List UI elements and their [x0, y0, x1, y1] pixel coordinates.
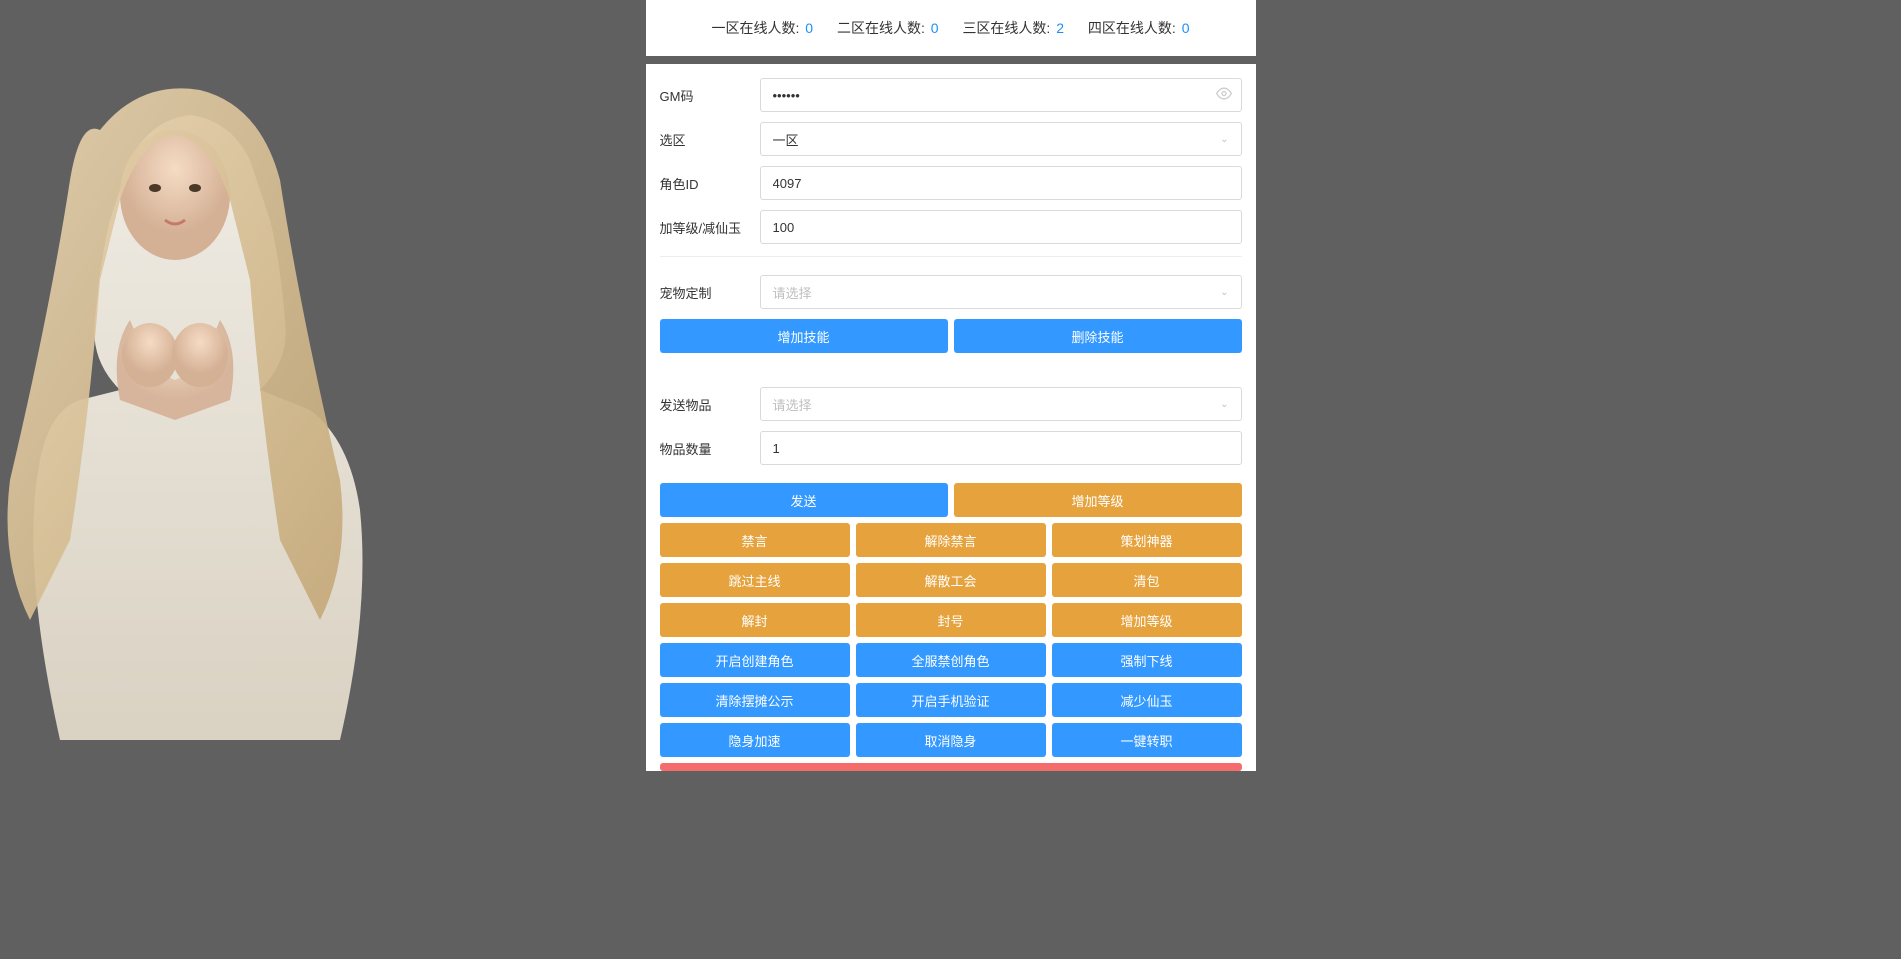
zone-1-count: 一区在线人数: 0: [712, 18, 814, 38]
cancel-stealth-button[interactable]: 取消隐身: [856, 723, 1046, 757]
online-count-header: 一区在线人数: 0 二区在线人数: 0 三区在线人数: 2 四区在线人数: 0: [646, 0, 1256, 64]
reduce-jade-button[interactable]: 减少仙玉: [1052, 683, 1242, 717]
add-level-button[interactable]: 增加等级: [954, 483, 1242, 517]
item-qty-input[interactable]: [760, 431, 1242, 465]
role-id-label: 角色ID: [660, 174, 760, 193]
disable-create-button[interactable]: 全服禁创角色: [856, 643, 1046, 677]
zone-select-label: 选区: [660, 130, 760, 149]
unban-button[interactable]: 解封: [660, 603, 850, 637]
delete-skill-button[interactable]: 删除技能: [954, 319, 1242, 353]
stealth-speed-button[interactable]: 隐身加速: [660, 723, 850, 757]
ban-button[interactable]: 封号: [856, 603, 1046, 637]
admin-panel: 一区在线人数: 0 二区在线人数: 0 三区在线人数: 2 四区在线人数: 0 …: [646, 0, 1256, 771]
level-input[interactable]: [760, 210, 1242, 244]
planner-artifact-button[interactable]: 策划神器: [1052, 523, 1242, 557]
zone-4-count: 四区在线人数: 0: [1088, 18, 1190, 38]
send-button[interactable]: 发送: [660, 483, 948, 517]
pet-custom-select[interactable]: 请选择 ⌄: [760, 275, 1242, 309]
eye-icon[interactable]: [1216, 86, 1232, 105]
clear-stall-button[interactable]: 清除摆摊公示: [660, 683, 850, 717]
zone-2-count: 二区在线人数: 0: [837, 18, 939, 38]
mute-button[interactable]: 禁言: [660, 523, 850, 557]
partial-red-button[interactable]: [660, 763, 1242, 771]
gm-code-input[interactable]: [760, 78, 1242, 112]
pet-custom-label: 宠物定制: [660, 283, 760, 302]
item-qty-label: 物品数量: [660, 439, 760, 458]
chevron-down-icon: ⌄: [1220, 134, 1228, 145]
gm-code-label: GM码: [660, 86, 760, 105]
clear-bag-button[interactable]: 清包: [1052, 563, 1242, 597]
level-label: 加等级/减仙玉: [660, 218, 760, 237]
divider: [660, 256, 1242, 257]
enable-create-button[interactable]: 开启创建角色: [660, 643, 850, 677]
role-id-input[interactable]: [760, 166, 1242, 200]
add-skill-button[interactable]: 增加技能: [660, 319, 948, 353]
background-character-image: [0, 60, 370, 780]
zone-select[interactable]: 一区 ⌄: [760, 122, 1242, 156]
zone-3-count: 三区在线人数: 2: [962, 18, 1064, 38]
unmute-button[interactable]: 解除禁言: [856, 523, 1046, 557]
enable-phone-button[interactable]: 开启手机验证: [856, 683, 1046, 717]
send-item-select[interactable]: 请选择 ⌄: [760, 387, 1242, 421]
chevron-down-icon: ⌄: [1220, 399, 1228, 410]
force-offline-button[interactable]: 强制下线: [1052, 643, 1242, 677]
chevron-down-icon: ⌄: [1220, 287, 1228, 298]
one-key-transfer-button[interactable]: 一键转职: [1052, 723, 1242, 757]
skip-main-button[interactable]: 跳过主线: [660, 563, 850, 597]
dissolve-guild-button[interactable]: 解散工会: [856, 563, 1046, 597]
add-level2-button[interactable]: 增加等级: [1052, 603, 1242, 637]
send-item-label: 发送物品: [660, 395, 760, 414]
